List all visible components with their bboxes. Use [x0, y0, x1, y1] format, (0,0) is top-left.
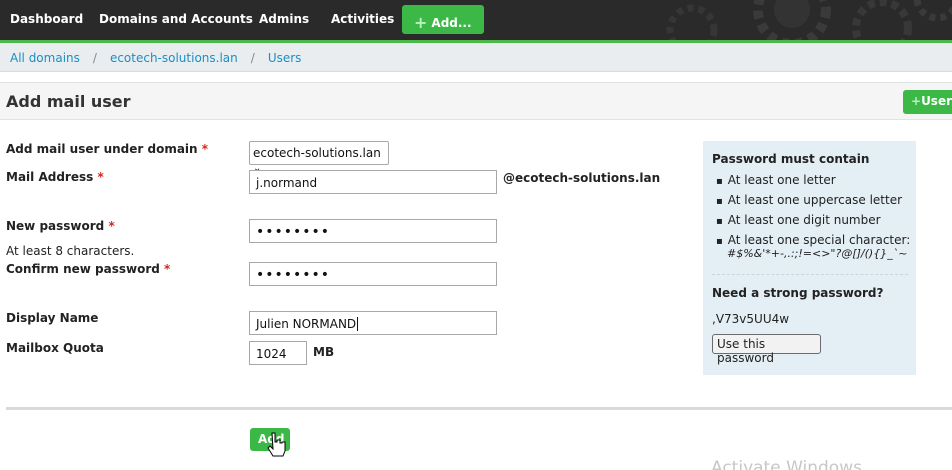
use-this-password-button[interactable]: Use this password: [712, 334, 821, 365]
mailbox-quota-label: Mailbox Quota: [6, 341, 104, 355]
breadcrumb-users[interactable]: Users: [268, 51, 302, 65]
new-password-input[interactable]: ••••••••: [249, 219, 497, 243]
page-header: Add mail user +User: [0, 82, 952, 120]
page-title: Add mail user: [6, 92, 131, 111]
mail-address-label: Mail Address *: [6, 170, 104, 184]
mail-address-value: j.normand: [256, 176, 318, 190]
required-mark: *: [164, 262, 171, 276]
special-characters: #$%&'*+-,.:;!=<>"?@[]/(){}_`~: [727, 247, 908, 260]
display-name-label: Display Name: [6, 311, 99, 325]
password-hint: At least 8 characters.: [6, 244, 135, 258]
new-password-value: ••••••••: [256, 224, 331, 240]
display-name-input[interactable]: Julien NORMAND: [249, 311, 497, 335]
mailbox-quota-unit: MB: [313, 345, 335, 359]
panel-divider: [712, 274, 908, 275]
nav-dashboard[interactable]: Dashboard: [10, 12, 83, 26]
required-mark: *: [97, 170, 104, 184]
required-mark: *: [201, 142, 209, 156]
domain-label: Add mail user under domain *: [6, 142, 209, 156]
hand-cursor-icon: [267, 432, 286, 457]
required-mark: *: [108, 219, 115, 233]
windows-activation-watermark: Activate Windows: [711, 458, 862, 470]
top-nav: Dashboard Domains and Accounts Admins Ac…: [0, 0, 952, 40]
rule-item: At least one digit number: [716, 213, 910, 229]
domain-select[interactable]: ecotech-solutions.lan ⌄: [249, 141, 389, 174]
nav-admins[interactable]: Admins: [259, 12, 309, 26]
mail-domain-suffix: @ecotech-solutions.lan: [503, 171, 661, 185]
add-user-label: User: [921, 94, 952, 108]
nav-activities[interactable]: Activities: [331, 12, 394, 26]
breadcrumb-all-domains[interactable]: All domains: [10, 51, 80, 65]
domain-select-value: ecotech-solutions.lan: [253, 146, 381, 160]
nav-add-label: Add...: [431, 16, 472, 30]
mailbox-quota-value: 1024: [256, 347, 287, 361]
confirm-password-value: ••••••••: [256, 267, 331, 283]
breadcrumb: All domains / ecotech-solutions.lan / Users: [0, 43, 952, 72]
rule-item: At least one special character:#$%&'*+-,…: [716, 233, 910, 260]
breadcrumb-separator: /: [92, 51, 97, 65]
gears-background: [666, 0, 952, 40]
plus-icon: +: [414, 13, 428, 32]
text-caret: [357, 317, 359, 331]
password-requirements-panel: Password must contain At least one lette…: [703, 141, 916, 375]
add-user-button[interactable]: +User: [903, 90, 952, 114]
nav-domains-and-accounts[interactable]: Domains and Accounts: [99, 12, 253, 26]
rule-item: At least one letter: [716, 173, 910, 189]
rule-item: At least one uppercase letter: [716, 193, 910, 209]
nav-add-button[interactable]: + Add...: [402, 5, 484, 34]
breadcrumb-domain[interactable]: ecotech-solutions.lan: [110, 51, 238, 65]
mail-address-input[interactable]: j.normand: [249, 170, 497, 194]
plus-icon: +: [911, 94, 922, 108]
mailbox-quota-input[interactable]: 1024: [249, 341, 307, 365]
new-password-label: New password *: [6, 219, 115, 233]
password-rules-list: At least one letter At least one upperca…: [716, 173, 910, 264]
display-name-value: Julien NORMAND: [256, 317, 357, 331]
panel-title: Password must contain: [712, 152, 870, 166]
breadcrumb-separator: /: [250, 51, 255, 65]
form-divider: [6, 407, 952, 410]
confirm-password-label: Confirm new password *: [6, 262, 171, 276]
confirm-password-input[interactable]: ••••••••: [249, 262, 497, 286]
strong-password-title: Need a strong password?: [712, 286, 884, 300]
generated-password: ,V73v5UU4w: [712, 312, 790, 326]
